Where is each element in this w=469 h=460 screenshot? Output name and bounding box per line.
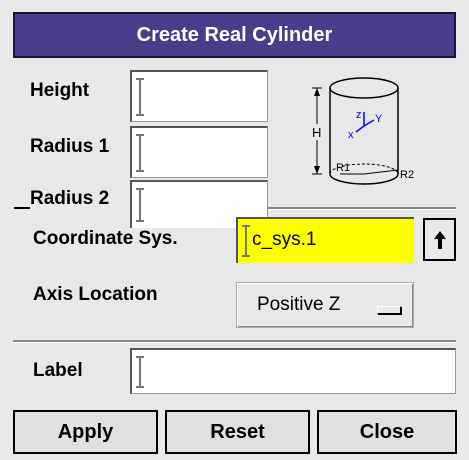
separator (268, 207, 456, 210)
radius1-input[interactable] (130, 126, 268, 178)
coordinate-sys-input[interactable]: c_sys.1 (236, 217, 414, 263)
height-label: Height (30, 80, 90, 101)
close-button[interactable]: Close (317, 410, 457, 454)
axis-location-option-menu[interactable]: Positive Z (236, 282, 414, 328)
reset-button-label: Reset (210, 420, 265, 443)
text-cursor-icon (136, 78, 144, 116)
apply-button[interactable]: Apply (13, 410, 158, 454)
coordinate-sys-value: c_sys.1 (252, 229, 317, 250)
diagram-r1-label: R1 (336, 162, 350, 174)
close-button-label: Close (359, 420, 415, 443)
create-real-cylinder-dialog: Create Real Cylinder Height Radius 1 Rad… (0, 0, 469, 460)
axis-location-value: Positive Z (257, 294, 341, 315)
diagram-y-label: Y (375, 113, 383, 125)
cylinder-diagram: H z Y x R1 R2 (300, 66, 428, 192)
diagram-z-label: z (356, 109, 362, 121)
diagram-x-label: x (348, 129, 354, 141)
label-underscore-mark (14, 207, 30, 209)
coordinate-sys-select-button[interactable] (423, 218, 456, 261)
text-cursor-icon (136, 356, 144, 388)
radius2-label: Radius 2 (30, 188, 110, 209)
label-input[interactable] (130, 348, 456, 394)
diagram-h-label: H (312, 125, 321, 140)
reset-button[interactable]: Reset (165, 410, 310, 454)
apply-button-label: Apply (57, 420, 114, 443)
text-cursor-icon (136, 134, 144, 172)
dialog-title-bar: Create Real Cylinder (13, 12, 456, 58)
label-label: Label (33, 360, 83, 381)
text-cursor-icon (136, 188, 144, 222)
text-cursor-icon (242, 225, 250, 257)
axis-location-label: Axis Location (33, 284, 158, 305)
option-menu-bar-icon (377, 306, 401, 314)
diagram-r2-label: R2 (400, 169, 414, 181)
height-input[interactable] (130, 70, 268, 122)
up-arrow-icon (433, 230, 446, 249)
separator (13, 340, 456, 343)
dialog-title: Create Real Cylinder (136, 23, 333, 46)
radius1-label: Radius 1 (30, 136, 110, 157)
coordinate-sys-label: Coordinate Sys. (33, 228, 178, 249)
